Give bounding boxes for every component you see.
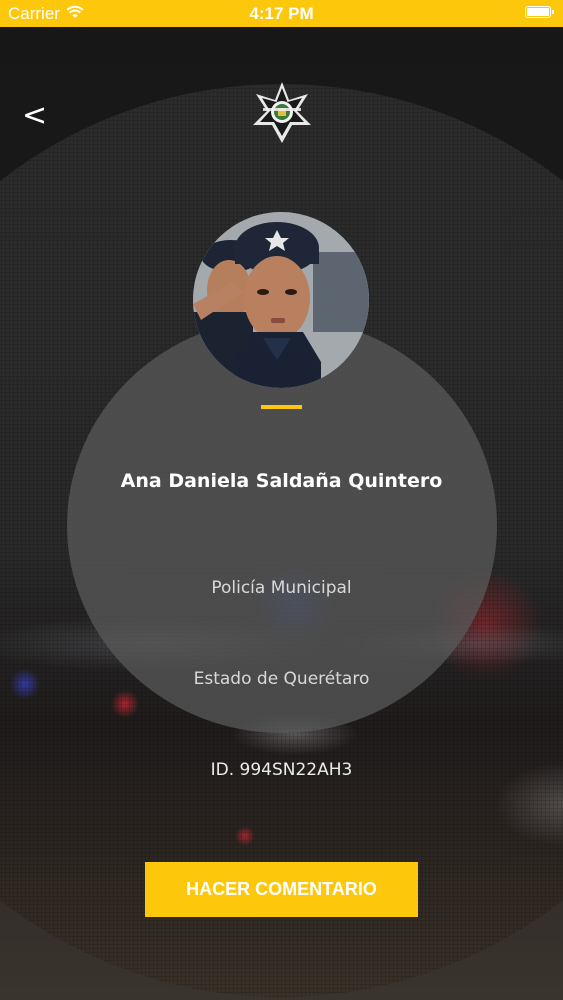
accent-divider: [261, 405, 302, 409]
back-button[interactable]: <: [22, 98, 47, 134]
status-time: 4:17 PM: [249, 4, 314, 23]
status-bar: Carrier 4:17 PM: [0, 0, 563, 27]
officer-role: Policía Municipal: [211, 578, 352, 598]
police-star-badge-icon: [253, 82, 311, 143]
battery-icon: [525, 6, 554, 18]
comment-button[interactable]: HACER COMENTARIO: [145, 862, 418, 917]
officer-name: Ana Daniela Saldaña Quintero: [120, 470, 443, 492]
officer-photo: [193, 212, 369, 388]
officer-id: ID. 994SN22AH3: [210, 760, 353, 780]
officer-state: Estado de Querétaro: [193, 669, 370, 689]
